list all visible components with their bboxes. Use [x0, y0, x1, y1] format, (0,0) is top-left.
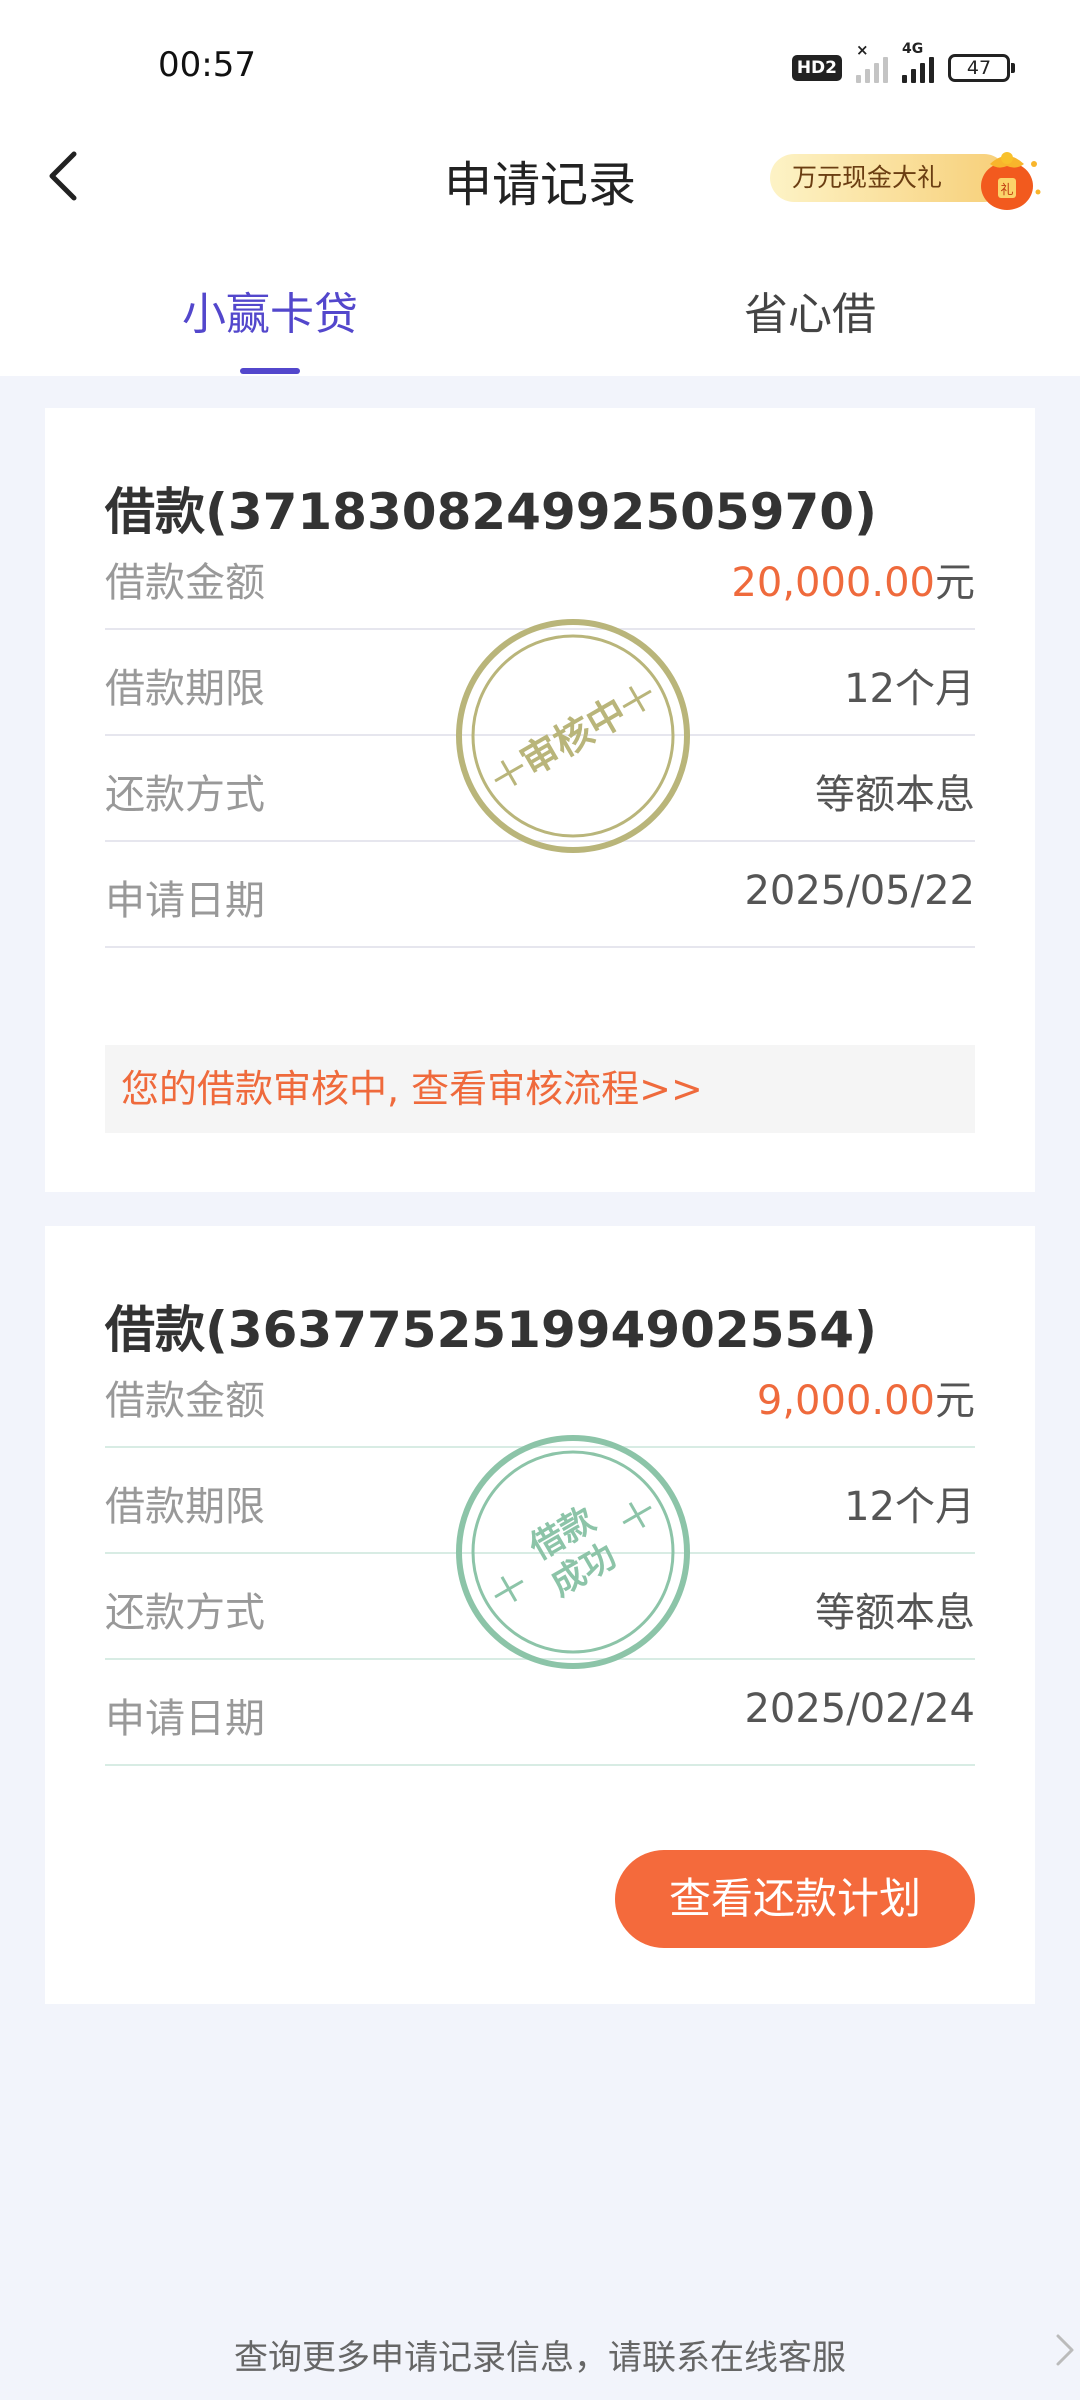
row-value: 2025/02/24	[744, 1686, 975, 1732]
amount-unit: 元	[935, 560, 975, 606]
loan-amount-value: 20,000.00元	[731, 550, 975, 608]
top-section: 00:57 HD2 × 4G 47 申请记录 万元现金大礼 礼 小赢卡贷 省心借	[0, 0, 1080, 376]
loan-amount-value: 9,000.00元	[757, 1368, 975, 1426]
signal-4g-icon: 4G	[902, 41, 934, 83]
tab-xiaoying-card-loan[interactable]: 小赢卡贷	[182, 278, 358, 342]
loan-success-stamp-icon: 借款 成功	[456, 1435, 690, 1669]
row-value: 等额本息	[815, 772, 975, 818]
row-label: 还款方式	[105, 772, 265, 818]
loan-record-card: 借款(363775251994902554) 借款金额 9,000.00元 借款…	[45, 1226, 1035, 2004]
tab-shengxin-loan[interactable]: 省心借	[744, 278, 876, 342]
under-review-stamp-icon: 审核中	[456, 619, 690, 853]
row-label: 借款期限	[105, 666, 265, 712]
row-label: 申请日期	[105, 1696, 265, 1742]
row-label: 借款金额	[105, 560, 265, 606]
stamp-text: 审核中	[513, 689, 634, 784]
row-label: 借款金额	[105, 1378, 265, 1424]
battery-icon: 47	[948, 54, 1015, 82]
row-label: 申请日期	[105, 878, 265, 924]
amount-number: 9,000.00	[756, 1378, 935, 1424]
row-label: 借款期限	[105, 1484, 265, 1530]
status-icons: HD2 × 4G 47	[791, 41, 1015, 86]
loan-record-card: 借款(371830824992505970) 借款金额 20,000.00元 借…	[45, 408, 1035, 1192]
gift-char: 礼	[1000, 182, 1013, 198]
amount-unit: 元	[935, 1378, 975, 1424]
contact-support-link[interactable]: 查询更多申请记录信息，请联系在线客服	[0, 2330, 1080, 2379]
signal-weak-icon: ×	[856, 41, 888, 83]
cash-gift-promo-button[interactable]: 万元现金大礼 礼	[770, 144, 1046, 210]
gift-bag-icon: 礼	[981, 152, 1041, 210]
tab-active-indicator	[240, 368, 300, 374]
chevron-right-icon	[1056, 2334, 1074, 2366]
row-value: 12个月	[844, 666, 975, 712]
row-label: 还款方式	[105, 1590, 265, 1636]
row-application-date: 申请日期 2025/05/22	[105, 842, 975, 948]
row-application-date: 申请日期 2025/02/24	[105, 1660, 975, 1766]
row-value: 等额本息	[815, 1590, 975, 1636]
view-repayment-plan-button[interactable]: 查看还款计划	[615, 1850, 975, 1948]
row-loan-amount: 借款金额 20,000.00元	[105, 524, 975, 630]
status-time: 00:57	[158, 45, 256, 85]
row-value: 2025/05/22	[744, 868, 975, 914]
review-process-link[interactable]: 您的借款审核中, 查看审核流程>>	[105, 1045, 975, 1133]
amount-number: 20,000.00	[731, 560, 935, 606]
row-value: 12个月	[844, 1484, 975, 1530]
hd-badge-icon: HD2	[791, 55, 842, 81]
